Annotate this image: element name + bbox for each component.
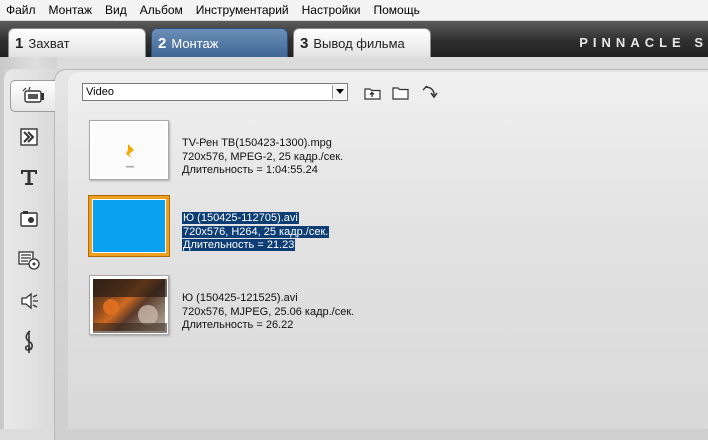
- clip-thumbnail[interactable]: [89, 120, 169, 180]
- brand-logo: PINNACLE S: [579, 35, 708, 50]
- import-icon[interactable]: [421, 84, 439, 102]
- transitions-icon[interactable]: [12, 122, 46, 152]
- up-folder-icon[interactable]: [364, 84, 382, 102]
- clip-frame-image: [93, 279, 167, 333]
- tab-capture[interactable]: 1 Захват: [8, 28, 146, 57]
- tab-number: 1: [15, 34, 24, 52]
- tab-label: Захват: [28, 35, 70, 51]
- ren-tv-logo: [126, 144, 134, 168]
- clip-info: Ю (150425-121525).avi 720x576, MJPEG, 25…: [182, 292, 354, 333]
- clip-duration: Длительность = 1:04:55.24: [182, 164, 318, 176]
- clip-info: Ю (150425-112705).avi 720x576, H264, 25 …: [182, 212, 330, 253]
- sound-effects-icon[interactable]: [12, 286, 46, 316]
- chevron-down-icon[interactable]: [332, 85, 346, 99]
- tab-label: Вывод фильма: [313, 35, 405, 51]
- clip-frame: [93, 279, 167, 333]
- tab-number: 3: [300, 34, 309, 52]
- music-icon[interactable]: [12, 327, 46, 357]
- menu-bar: Файл Монтаж Вид Альбом Инструментарий На…: [0, 0, 708, 21]
- tab-number: 2: [158, 34, 167, 52]
- clip-frame: [93, 124, 165, 176]
- clip-format: 720x576, H264, 25 кадр./сек.: [182, 225, 330, 238]
- clip-thumbnail[interactable]: [89, 196, 169, 256]
- clip-name: Ю (150425-121525).avi: [182, 292, 298, 304]
- folder-icon[interactable]: [392, 84, 410, 102]
- clip-format: 720x576, MPEG-2, 25 кадр./сек.: [182, 150, 344, 163]
- album-section-strip: [0, 57, 62, 429]
- clip-duration: Длительность = 26.22: [182, 319, 294, 331]
- clip-name: Ю (150425-112705).avi: [182, 212, 299, 224]
- menu-view[interactable]: Вид: [99, 0, 134, 20]
- photos-icon[interactable]: [12, 204, 46, 234]
- mode-tab-bar: 1 Захват 2 Монтаж 3 Вывод фильма PINNACL…: [0, 21, 708, 57]
- menu-album[interactable]: Альбом: [134, 0, 190, 20]
- tab-label: Монтаж: [171, 35, 219, 51]
- clip-item[interactable]: Ю (150425-121525).avi 720x576, MJPEG, 25…: [89, 275, 708, 335]
- titles-icon[interactable]: [12, 162, 46, 192]
- album-source-select[interactable]: Video: [82, 83, 348, 101]
- clip-info: TV-Рен ТВ(150423-1300).mpg 720x576, MPEG…: [182, 137, 343, 178]
- menu-settings[interactable]: Настройки: [296, 0, 368, 20]
- menu-toolbox[interactable]: Инструментарий: [190, 0, 296, 20]
- disc-menus-icon[interactable]: [12, 245, 46, 275]
- clip-item[interactable]: TV-Рен ТВ(150423-1300).mpg 720x576, MPEG…: [89, 120, 708, 180]
- clip-thumbnail[interactable]: [89, 275, 169, 335]
- menu-edit[interactable]: Монтаж: [43, 0, 100, 20]
- album-source-value: Video: [86, 86, 114, 98]
- clip-item-selected[interactable]: Ю (150425-112705).avi 720x576, H264, 25 …: [89, 196, 708, 256]
- tab-make-movie[interactable]: 3 Вывод фильма: [293, 28, 431, 57]
- clip-name: TV-Рен ТВ(150423-1300).mpg: [182, 137, 332, 149]
- menu-help[interactable]: Помощь: [367, 0, 426, 20]
- clip-frame: [93, 200, 165, 252]
- menu-file[interactable]: Файл: [0, 0, 43, 20]
- video-clips-icon[interactable]: [10, 80, 55, 112]
- tab-edit[interactable]: 2 Монтаж: [151, 28, 288, 57]
- clip-duration: Длительность = 21.23: [182, 239, 296, 251]
- clip-format: 720x576, MJPEG, 25.06 кадр./сек.: [182, 305, 355, 318]
